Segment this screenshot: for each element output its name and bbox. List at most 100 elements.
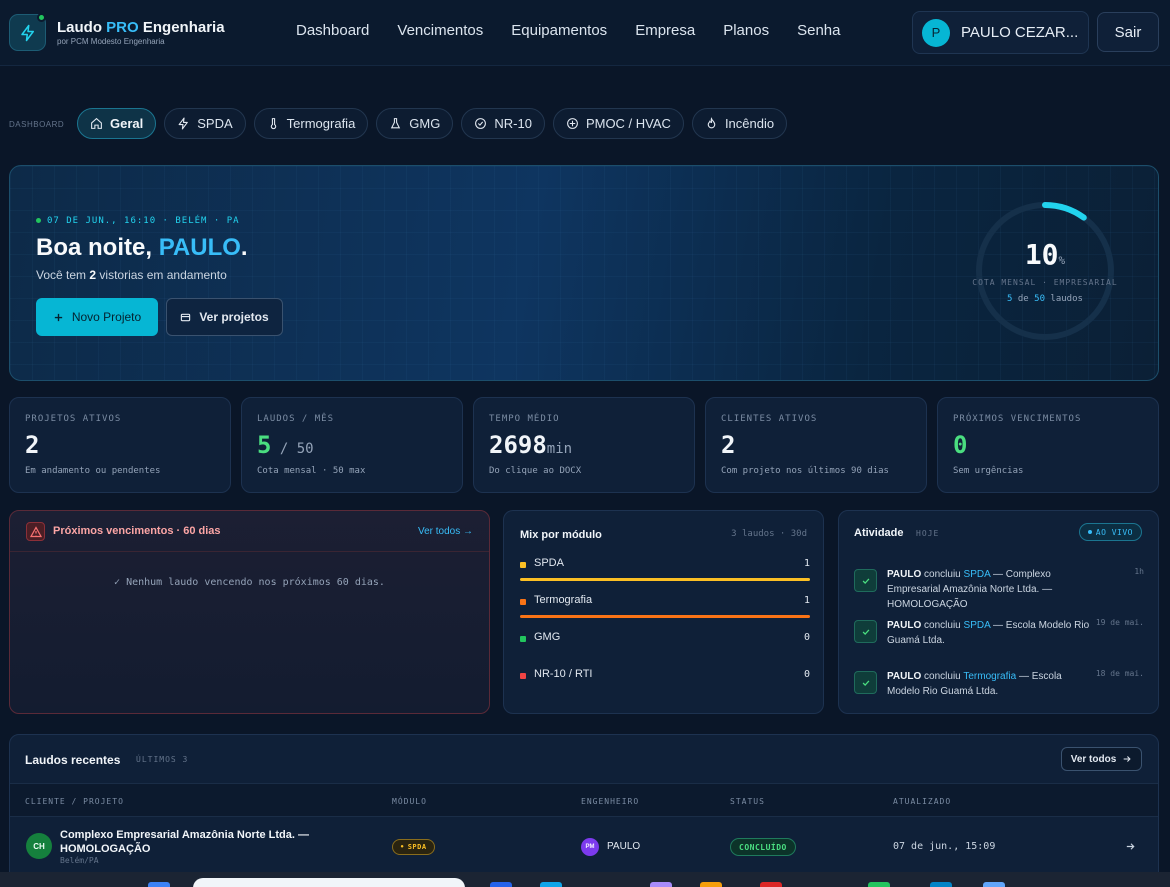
activity-item[interactable]: PAULO concluiu SPDA — Escola Modelo Rio … xyxy=(854,618,1144,658)
stat-desc: Sem urgências xyxy=(953,466,1024,476)
stat-value: 2698min xyxy=(489,431,572,459)
stat-tempo-medio: TEMPO MÉDIO 2698min Do clique ao DOCX xyxy=(473,397,695,493)
stat-value-number: 0 xyxy=(953,431,968,459)
stat-value-number: 2698 xyxy=(489,431,547,459)
status-suffix: vistorias em andamento xyxy=(99,268,227,282)
mix-color-swatch xyxy=(520,562,526,568)
nav-senha[interactable]: Senha xyxy=(783,22,854,39)
nav-vencimentos[interactable]: Vencimentos xyxy=(383,22,497,39)
recent-subtitle: ÚLTIMOS 3 xyxy=(136,755,189,764)
table-header: CLIENTE / PROJETO MÓDULO ENGENHEIRO STAT… xyxy=(10,783,1158,817)
status-count: 2 xyxy=(89,268,97,282)
activity-item[interactable]: PAULO concluiu SPDA — Complexo Empresari… xyxy=(854,567,1144,610)
open-row-arrow-icon[interactable] xyxy=(1125,839,1136,857)
stat-laudos-mes: LAUDOS / MÊS 5 / 50 Cota mensal · 50 max xyxy=(241,397,463,493)
mix-bar-track xyxy=(520,578,810,581)
nav-planos[interactable]: Planos xyxy=(709,22,783,39)
due-view-all-link[interactable]: Ver todos → xyxy=(418,526,473,537)
mix-color-swatch xyxy=(520,599,526,605)
recent-view-all-button[interactable]: Ver todos xyxy=(1061,747,1142,771)
activity-verb: concluiu xyxy=(924,569,961,580)
mix-label: SPDA xyxy=(534,557,564,569)
windows-start-icon[interactable] xyxy=(148,882,170,887)
column-header-status: STATUS xyxy=(730,797,765,806)
mix-meta: 3 laudos · 30d xyxy=(731,529,807,539)
activity-time: 18 de mai. xyxy=(1095,669,1144,678)
due-panel-title: Próximos vencimentos · 60 dias xyxy=(53,525,221,537)
module-badge-label: SPDA xyxy=(407,843,427,851)
quota-label: COTA MENSAL · EMPRESARIAL xyxy=(972,278,1118,287)
tab-label: PMOC / HVAC xyxy=(585,116,671,131)
tab-nr10[interactable]: NR-10 xyxy=(461,108,545,139)
column-header-updated: ATUALIZADO xyxy=(893,797,952,806)
live-badge: AO VIVO xyxy=(1078,523,1142,541)
quota-unit: laudos xyxy=(1050,294,1083,304)
hero-greeting: Boa noite, PAULO. xyxy=(36,234,248,262)
column-header-client: CLIENTE / PROJETO xyxy=(25,797,124,806)
tab-pmoc-hvac[interactable]: PMOC / HVAC xyxy=(552,108,684,139)
online-status-dot xyxy=(37,13,46,22)
mix-row: Termografia 1 xyxy=(520,594,810,624)
mix-title: Mix por módulo xyxy=(520,529,602,541)
home-icon xyxy=(91,117,102,129)
stat-desc: Do clique ao DOCX xyxy=(489,466,582,476)
taskbar-app-icon[interactable] xyxy=(490,882,512,887)
tab-label: Geral xyxy=(110,116,144,131)
activity-text: PAULO concluiu SPDA — Complexo Empresari… xyxy=(887,567,1097,612)
live-dot xyxy=(36,218,41,223)
mix-row: SPDA 1 xyxy=(520,557,810,587)
view-projects-button[interactable]: Ver projetos xyxy=(166,298,283,336)
table-row[interactable]: CH Complexo Empresarial Amazônia Norte L… xyxy=(10,817,1158,877)
quota-percent-sign: % xyxy=(1058,254,1066,267)
stat-label: CLIENTES ATIVOS xyxy=(721,414,818,424)
status-prefix: Você tem xyxy=(36,268,87,282)
taskbar-app-icon[interactable] xyxy=(930,882,952,887)
check-icon xyxy=(854,620,877,643)
quota-gauge: 10% COTA MENSAL · EMPRESARIAL 5 de 50 la… xyxy=(970,196,1120,346)
taskbar-app-icon[interactable] xyxy=(868,882,890,887)
check-icon xyxy=(854,671,877,694)
tab-gmg[interactable]: GMG xyxy=(376,108,454,139)
nav-equipamentos[interactable]: Equipamentos xyxy=(497,22,621,39)
stat-proximos-vencimentos: PRÓXIMOS VENCIMENTOS 0 Sem urgências xyxy=(937,397,1159,493)
new-project-button[interactable]: Novo Projeto xyxy=(36,298,158,336)
upcoming-due-panel: Próximos vencimentos · 60 dias Ver todos… xyxy=(9,510,490,714)
activity-verb: concluiu xyxy=(924,620,961,631)
taskbar-app-icon[interactable] xyxy=(760,882,782,887)
plus-circle-icon xyxy=(567,118,578,129)
tab-termografia[interactable]: Termografia xyxy=(253,108,369,139)
tab-incendio[interactable]: Incêndio xyxy=(691,108,788,139)
stat-projetos-ativos: PROJETOS ATIVOS 2 Em andamento ou penden… xyxy=(9,397,231,493)
activity-user: PAULO xyxy=(887,569,922,580)
quota-of: de xyxy=(1017,294,1029,304)
brand-highlight: PRO xyxy=(106,19,139,36)
logout-button[interactable]: Sair xyxy=(1097,12,1159,52)
stat-value-number: 5 xyxy=(257,431,272,459)
taskbar-search-input[interactable] xyxy=(193,878,465,887)
updated-timestamp: 07 de jun., 15:09 xyxy=(893,841,996,852)
check-circle-icon xyxy=(475,118,487,129)
warning-icon xyxy=(26,522,45,541)
mix-label: GMG xyxy=(534,631,561,643)
activity-module: SPDA xyxy=(963,620,991,631)
stat-value: 2 xyxy=(25,431,39,459)
user-name: PAULO CEZAR... xyxy=(961,24,1079,41)
hero-datetime-text: 07 DE JUN., 16:10 · BELÉM · PA xyxy=(47,216,240,226)
nav-empresa[interactable]: Empresa xyxy=(621,22,709,39)
brand-name[interactable]: Laudo PRO Engenharia xyxy=(57,19,225,36)
activity-module: SPDA xyxy=(963,569,991,580)
hero-status: Você tem 2 vistorias em andamento xyxy=(36,268,227,282)
taskbar-app-icon[interactable] xyxy=(700,882,722,887)
user-menu[interactable]: P PAULO CEZAR... xyxy=(912,11,1089,54)
taskbar-app-icon[interactable] xyxy=(983,882,1005,887)
taskbar-app-icon[interactable] xyxy=(540,882,562,887)
stat-value-number: 2 xyxy=(721,431,736,459)
tab-geral[interactable]: Geral xyxy=(77,108,157,139)
activity-item[interactable]: PAULO concluiu Termografia — Escola Mode… xyxy=(854,669,1144,709)
taskbar-app-icon[interactable] xyxy=(650,882,672,887)
tab-spda[interactable]: SPDA xyxy=(164,108,246,139)
hero-datetime: 07 DE JUN., 16:10 · BELÉM · PA xyxy=(36,216,240,226)
nav-dashboard[interactable]: Dashboard xyxy=(282,22,383,39)
greeting-end: . xyxy=(240,234,248,261)
activity-user: PAULO xyxy=(887,671,922,682)
